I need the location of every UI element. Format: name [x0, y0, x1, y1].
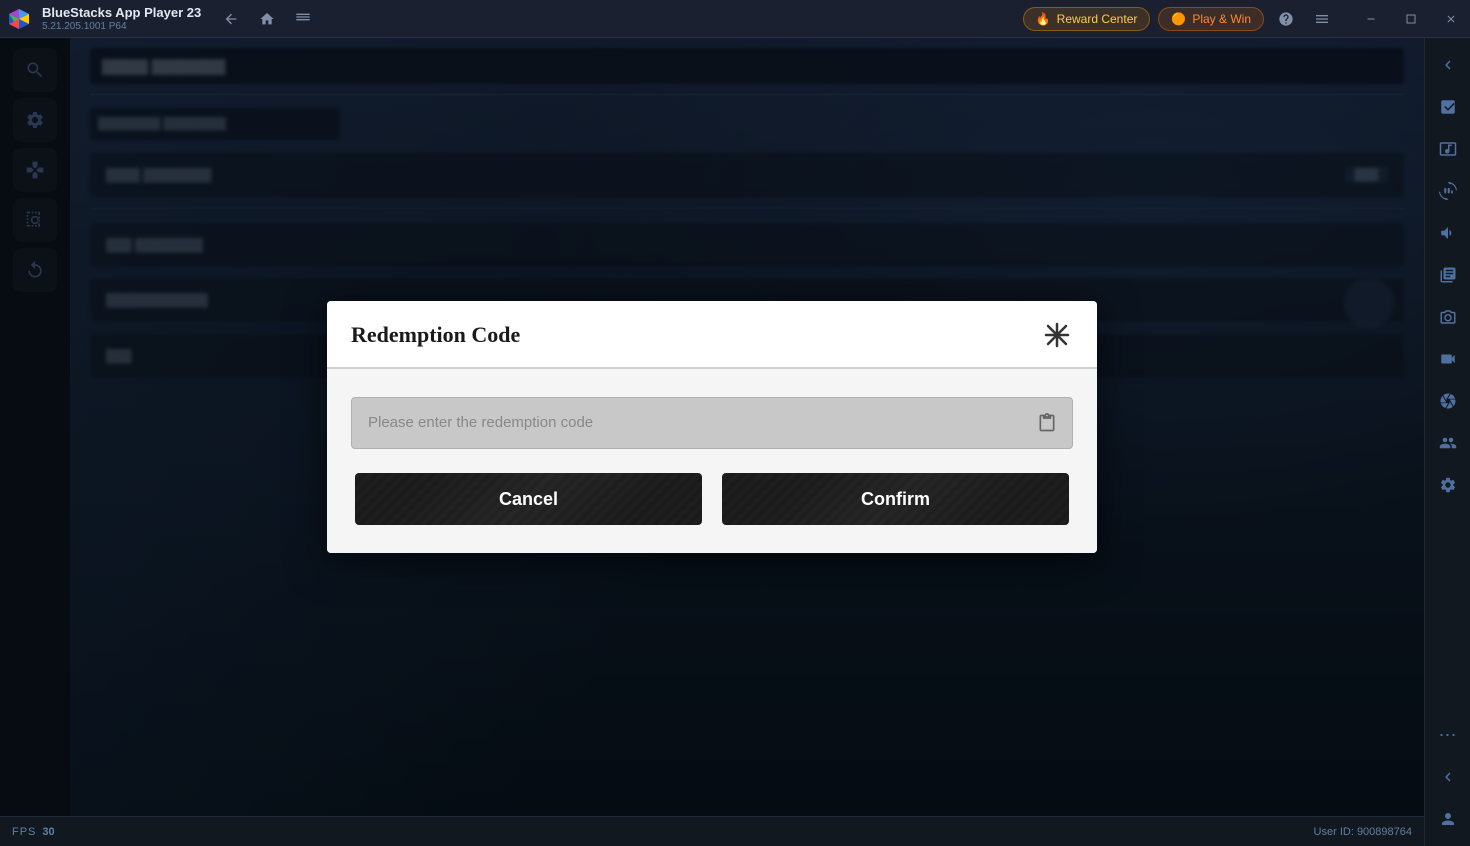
fps-value: 30	[42, 826, 54, 838]
redemption-code-input[interactable]	[351, 397, 1073, 449]
dialog-buttons: Cancel Confirm	[351, 473, 1073, 525]
dialog-body: Cancel Confirm	[327, 369, 1097, 553]
play-win-label: Play & Win	[1192, 12, 1251, 26]
main-content: █████ ████████ ████████ ████████ ████ ██…	[0, 38, 1424, 816]
sidebar-settings-icon[interactable]	[1429, 466, 1467, 504]
fps-label: FPS	[12, 826, 36, 838]
titlebar-actions: 🔥 Reward Center 🟠 Play & Win	[1023, 5, 1336, 33]
sidebar-person-icon[interactable]	[1429, 800, 1467, 838]
sidebar-dots-icon[interactable]: ⋯	[1429, 716, 1467, 754]
code-input-wrapper	[351, 397, 1073, 449]
app-name: BlueStacks App Player 23	[42, 5, 201, 21]
menu-button[interactable]	[1308, 5, 1336, 33]
dialog-close-button[interactable]	[1041, 319, 1073, 351]
back-button[interactable]	[217, 5, 245, 33]
app-logo	[0, 0, 38, 38]
sidebar-record-icon[interactable]	[1429, 340, 1467, 378]
app-info: BlueStacks App Player 23 5.21.205.1001 P…	[42, 5, 201, 32]
multi-instance-button[interactable]	[289, 5, 317, 33]
reward-center-label: Reward Center	[1057, 12, 1138, 26]
help-button[interactable]	[1272, 5, 1300, 33]
sidebar-library-icon[interactable]	[1429, 256, 1467, 294]
sidebar-expand-icon[interactable]	[1429, 88, 1467, 126]
bluestacks-logo-icon	[7, 7, 31, 31]
reward-center-button[interactable]: 🔥 Reward Center	[1023, 7, 1151, 31]
home-button[interactable]	[253, 5, 281, 33]
close-x-icon	[1043, 321, 1071, 349]
close-button[interactable]	[1432, 0, 1470, 38]
right-sidebar: ⋯	[1424, 38, 1470, 846]
maximize-button[interactable]	[1392, 0, 1430, 38]
dialog-overlay: Redemption Code	[0, 38, 1424, 816]
user-id: User ID: 900898764	[1314, 826, 1412, 838]
coin-icon: 🟠	[1171, 12, 1186, 26]
app-version: 5.21.205.1001 P64	[42, 21, 201, 32]
sidebar-arrow-left-icon[interactable]	[1429, 46, 1467, 84]
sidebar-screenshot-icon[interactable]	[1429, 298, 1467, 336]
sidebar-camera2-icon[interactable]	[1429, 382, 1467, 420]
cancel-button[interactable]: Cancel	[355, 473, 702, 525]
sidebar-rotate-icon[interactable]	[1429, 172, 1467, 210]
paste-icon[interactable]	[1033, 409, 1061, 437]
sidebar-volume-icon[interactable]	[1429, 214, 1467, 252]
flame-icon: 🔥	[1036, 12, 1051, 26]
window-controls	[1352, 0, 1470, 38]
play-win-button[interactable]: 🟠 Play & Win	[1158, 7, 1264, 31]
sidebar-screen-icon[interactable]	[1429, 130, 1467, 168]
sidebar-arrow-collapse-icon[interactable]	[1429, 758, 1467, 796]
dialog-header: Redemption Code	[327, 301, 1097, 369]
redemption-code-dialog: Redemption Code	[327, 301, 1097, 553]
dialog-title: Redemption Code	[351, 322, 520, 348]
nav-controls	[217, 5, 317, 33]
sidebar-gamepad2-icon[interactable]	[1429, 424, 1467, 462]
minimize-button[interactable]	[1352, 0, 1390, 38]
titlebar: BlueStacks App Player 23 5.21.205.1001 P…	[0, 0, 1470, 38]
confirm-button[interactable]: Confirm	[722, 473, 1069, 525]
bottombar: FPS 30 User ID: 900898764	[0, 816, 1424, 846]
